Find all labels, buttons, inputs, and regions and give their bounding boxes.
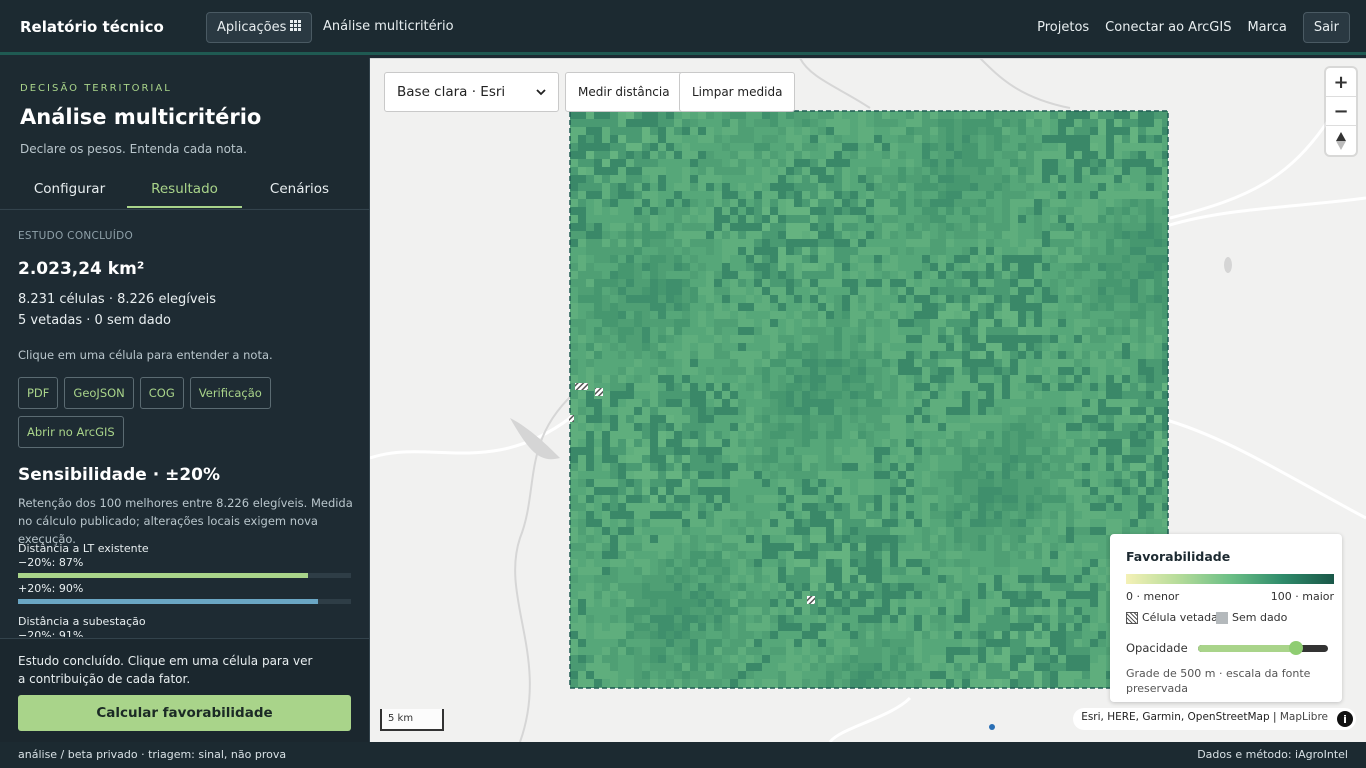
legend-max-label: 100 · maior: [1270, 590, 1334, 603]
sensitivity-bar-fill: [18, 599, 318, 604]
sensitivity-title: Sensibilidade · ±20%: [18, 465, 221, 485]
status-left: análise / beta privado · triagem: sinal,…: [18, 748, 287, 761]
top-nav: Projetos Conectar ao ArcGIS Marca Sair: [1037, 12, 1350, 43]
export-pdf-button[interactable]: PDF: [18, 377, 59, 409]
status-right: Dados e método: iAgroIntel: [1197, 748, 1348, 761]
measure-distance-button[interactable]: Medir distância: [565, 72, 683, 112]
zoom-out-button[interactable]: −: [1326, 97, 1356, 126]
vetoed-cell[interactable]: [575, 383, 588, 390]
export-cog-button[interactable]: COG: [139, 377, 184, 409]
open-arcgis-button[interactable]: Abrir no ArcGIS: [18, 416, 124, 448]
legend-min-label: 0 · menor: [1126, 590, 1180, 603]
vetoed-cell[interactable]: [807, 596, 815, 604]
scale-bar: 5 km: [380, 709, 444, 731]
zoom-in-button[interactable]: +: [1326, 68, 1356, 97]
sidebar-header: DECISÃO TERRITORIAL Análise multicritéri…: [0, 58, 369, 208]
top-bar: Relatório técnico Aplicações Análise mul…: [0, 0, 1366, 55]
export-buttons: PDF GeoJSON COG Verificação: [18, 377, 271, 409]
factor-row-label: −20%: 91%: [18, 629, 84, 637]
legend-title: Favorabilidade: [1126, 549, 1231, 564]
apps-button[interactable]: Aplicações: [206, 12, 313, 43]
page-subtitle: Declare os pesos. Entenda cada nota.: [20, 142, 247, 156]
export-geojson-button[interactable]: GeoJSON: [64, 377, 134, 409]
legend-nodata-label: Sem dado: [1232, 611, 1288, 624]
breadcrumb-current[interactable]: Análise multicritério: [323, 19, 454, 34]
legend-note: Grade de 500 m · escala da fonte preserv…: [1126, 667, 1311, 695]
apps-label: Aplicações: [217, 20, 287, 35]
legend-vetoed-label: Célula vetada: [1142, 611, 1218, 624]
basemap-select-value: Base clara · Esri: [397, 84, 506, 100]
tab-resultado[interactable]: Resultado: [127, 170, 242, 208]
clear-measure-button[interactable]: Limpar medida: [679, 72, 796, 112]
sensitivity-description: Retenção dos 100 melhores entre 8.226 el…: [18, 496, 353, 546]
cells-summary: 8.231 células · 8.226 elegíveis: [18, 292, 216, 307]
map-canvas[interactable]: Base clara · Esri Medir distância Limpar…: [370, 58, 1366, 742]
sidebar-footer: Estudo concluído. Clique em uma célula p…: [0, 638, 369, 742]
legend-panel: Favorabilidade 0 · menor 100 · maior Cél…: [1110, 534, 1342, 702]
attribution: Esri, HERE, Garmin, OpenStreetMap | MapL…: [1073, 708, 1356, 730]
grid-icon: [290, 20, 302, 35]
attribution-text: Esri, HERE, Garmin, OpenStreetMap |: [1081, 711, 1280, 723]
sidebar: DECISÃO TERRITORIAL Análise multicritéri…: [0, 58, 370, 742]
hatch-swatch-icon: [1126, 611, 1138, 624]
opacity-slider-handle[interactable]: [1288, 641, 1303, 655]
logout-button[interactable]: Sair: [1302, 12, 1350, 43]
sensitivity-bar-fill: [18, 573, 308, 578]
calculate-button[interactable]: Calcular favorabilidade: [18, 695, 351, 731]
footer-message: Estudo concluído. Clique em uma célula p…: [18, 654, 313, 686]
sensitivity-bar: [18, 573, 351, 578]
info-icon[interactable]: i: [1337, 711, 1353, 727]
tab-cenarios[interactable]: Cenários: [242, 170, 357, 208]
factor-name: Distância a LT existente: [18, 542, 149, 555]
cells-vetoed: 5 vetadas · 0 sem dado: [18, 313, 171, 328]
grey-swatch-icon: [1216, 611, 1228, 624]
legend-vetoed: Célula vetada: [1126, 611, 1218, 624]
zoom-control: + −: [1326, 68, 1356, 155]
legend-color-ramp: [1126, 574, 1334, 584]
status-label: ESTUDO CONCLUÍDO: [18, 230, 134, 242]
opacity-slider[interactable]: [1198, 641, 1328, 655]
opacity-label: Opacidade: [1126, 641, 1188, 655]
favorability-raster[interactable]: [570, 111, 1168, 688]
factor-row-label: +20%: 90%: [18, 582, 84, 595]
sensitivity-bar: [18, 599, 351, 604]
tab-configurar[interactable]: Configurar: [12, 170, 127, 208]
status-bar: análise / beta privado · triagem: sinal,…: [0, 742, 1366, 768]
opacity-slider-fill: [1198, 645, 1296, 652]
verification-button[interactable]: Verificação: [189, 377, 271, 409]
section-eyebrow: DECISÃO TERRITORIAL: [20, 83, 172, 94]
nav-arcgis-link[interactable]: Conectar ao ArcGIS: [1105, 20, 1231, 35]
cell-hint: Clique em uma célula para entender a not…: [18, 348, 273, 362]
vetoed-cell[interactable]: [595, 388, 603, 396]
tab-bar: Configurar Resultado Cenários: [12, 170, 357, 208]
maplibre-link[interactable]: MapLibre: [1280, 711, 1328, 723]
chevron-down-icon: [536, 84, 546, 100]
legend-nodata: Sem dado: [1216, 611, 1287, 624]
page-title: Análise multicritério: [20, 105, 262, 129]
nav-projects-link[interactable]: Projetos: [1037, 20, 1089, 35]
result-panel[interactable]: ESTUDO CONCLUÍDO 2.023,24 km² 8.231 célu…: [0, 209, 369, 637]
area-value: 2.023,24 km²: [18, 259, 145, 279]
factor-name: Distância a subestação: [18, 615, 146, 628]
nav-brand-link[interactable]: Marca: [1247, 20, 1286, 35]
basemap-select[interactable]: Base clara · Esri: [384, 72, 559, 112]
factor-row-label: −20%: 87%: [18, 556, 84, 569]
vetoed-cell[interactable]: [569, 415, 574, 422]
compass-icon[interactable]: [1326, 126, 1356, 155]
brand-title[interactable]: Relatório técnico: [20, 18, 164, 36]
